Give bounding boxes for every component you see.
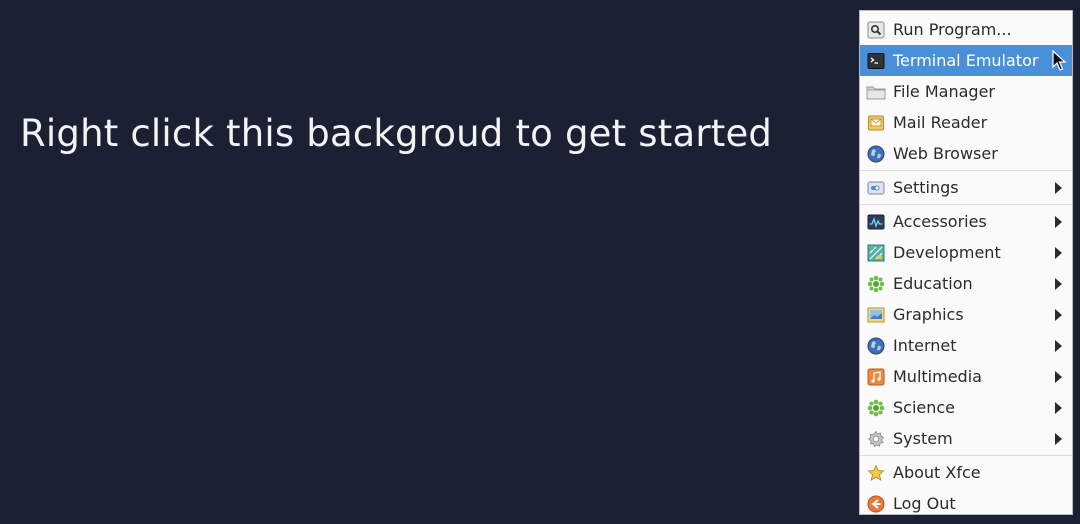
system-icon bbox=[866, 429, 886, 449]
menu-item-label: Settings bbox=[893, 178, 959, 197]
menu-item-label: Run Program... bbox=[893, 20, 1012, 39]
menu-item-label: Terminal Emulator bbox=[893, 51, 1039, 70]
menu-separator bbox=[860, 170, 1072, 171]
menu-item-accessories[interactable]: Accessories bbox=[860, 206, 1072, 237]
graphics-icon bbox=[866, 305, 886, 325]
submenu-arrow-icon bbox=[1055, 247, 1062, 259]
menu-item-label: Education bbox=[893, 274, 973, 293]
submenu-arrow-icon bbox=[1055, 433, 1062, 445]
settings-icon bbox=[866, 178, 886, 198]
education-icon bbox=[866, 274, 886, 294]
menu-item-mail-reader[interactable]: Mail Reader bbox=[860, 107, 1072, 138]
terminal-icon bbox=[866, 51, 886, 71]
submenu-arrow-icon bbox=[1055, 216, 1062, 228]
menu-item-internet[interactable]: Internet bbox=[860, 330, 1072, 361]
menu-item-development[interactable]: Development bbox=[860, 237, 1072, 268]
submenu-arrow-icon bbox=[1055, 309, 1062, 321]
menu-item-label: Graphics bbox=[893, 305, 964, 324]
mouse-pointer-icon bbox=[1052, 49, 1067, 77]
menu-item-system[interactable]: System bbox=[860, 423, 1072, 454]
log-out-icon bbox=[866, 494, 886, 514]
menu-item-label: Internet bbox=[893, 336, 957, 355]
menu-item-label: Web Browser bbox=[893, 144, 998, 163]
accessories-icon bbox=[866, 212, 886, 232]
menu-item-label: System bbox=[893, 429, 953, 448]
desktop-hint-text: Right click this backgroud to get starte… bbox=[20, 112, 773, 155]
submenu-arrow-icon bbox=[1055, 402, 1062, 414]
development-icon bbox=[866, 243, 886, 263]
menu-item-label: Science bbox=[893, 398, 956, 417]
menu-item-graphics[interactable]: Graphics bbox=[860, 299, 1072, 330]
menu-item-label: Accessories bbox=[893, 212, 987, 231]
menu-item-web-browser[interactable]: Web Browser bbox=[860, 138, 1072, 169]
menu-item-science[interactable]: Science bbox=[860, 392, 1072, 423]
menu-item-file-manager[interactable]: File Manager bbox=[860, 76, 1072, 107]
menu-item-settings[interactable]: Settings bbox=[860, 172, 1072, 203]
menu-item-label: Multimedia bbox=[893, 367, 982, 386]
menu-item-log-out[interactable]: Log Out bbox=[860, 488, 1072, 519]
menu-item-label: Mail Reader bbox=[893, 113, 988, 132]
menu-item-about-xfce[interactable]: About Xfce bbox=[860, 457, 1072, 488]
menu-item-run-program[interactable]: Run Program... bbox=[860, 14, 1072, 45]
menu-separator bbox=[860, 455, 1072, 456]
menu-item-label: File Manager bbox=[893, 82, 995, 101]
mail-icon bbox=[866, 113, 886, 133]
menu-item-label: Log Out bbox=[893, 494, 956, 513]
submenu-arrow-icon bbox=[1055, 182, 1062, 194]
desktop-context-menu: Run Program... Terminal Emulator File Ma… bbox=[859, 10, 1073, 515]
run-program-icon bbox=[866, 20, 886, 40]
star-icon bbox=[866, 463, 886, 483]
folder-icon bbox=[866, 82, 886, 102]
menu-item-label: About Xfce bbox=[893, 463, 981, 482]
menu-separator bbox=[860, 204, 1072, 205]
internet-icon bbox=[866, 336, 886, 356]
submenu-arrow-icon bbox=[1055, 371, 1062, 383]
globe-icon bbox=[866, 144, 886, 164]
menu-item-multimedia[interactable]: Multimedia bbox=[860, 361, 1072, 392]
menu-item-label: Development bbox=[893, 243, 1001, 262]
science-icon bbox=[866, 398, 886, 418]
menu-item-terminal-emulator[interactable]: Terminal Emulator bbox=[860, 45, 1072, 76]
multimedia-icon bbox=[866, 367, 886, 387]
submenu-arrow-icon bbox=[1055, 340, 1062, 352]
submenu-arrow-icon bbox=[1055, 278, 1062, 290]
menu-item-education[interactable]: Education bbox=[860, 268, 1072, 299]
